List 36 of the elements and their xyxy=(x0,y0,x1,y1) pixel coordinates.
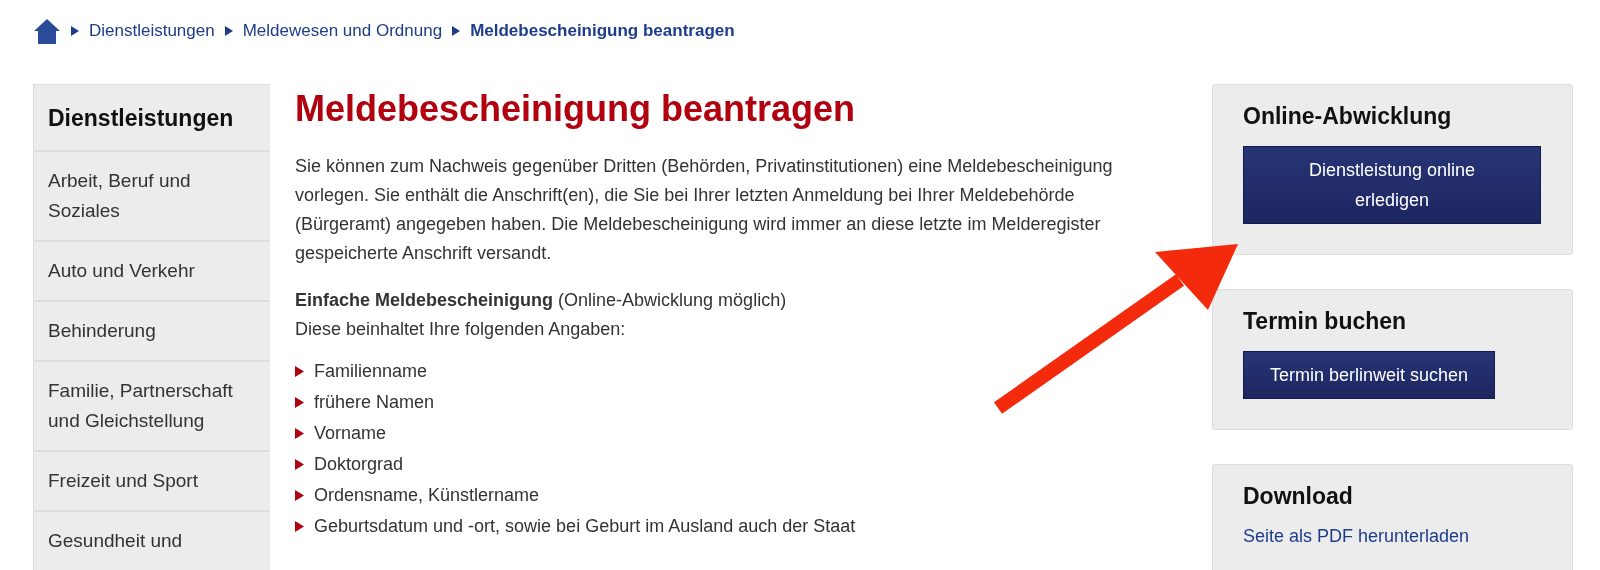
panel-title: Online-Abwicklung xyxy=(1243,103,1453,130)
bullet-icon xyxy=(295,397,304,408)
section-text: Diese beinhaltet Ihre folgenden Angaben: xyxy=(295,318,627,341)
breadcrumb-link[interactable]: Meldebescheinigung beantragen xyxy=(470,21,735,41)
panel-title: Termin buchen xyxy=(1243,308,1408,335)
caret-icon xyxy=(71,26,79,36)
sidebar-item[interactable]: Behinderung xyxy=(34,302,270,362)
caret-icon xyxy=(452,26,461,36)
bullet-icon xyxy=(295,428,304,439)
breadcrumb-link[interactable]: Dienstleistungen xyxy=(89,21,215,41)
list-item: Geburtsdatum und -ort, sowie bei Geburt im Ausland auch der Staat xyxy=(314,515,856,538)
list-item: Vorname xyxy=(314,422,387,445)
pdf-download-link[interactable]: Seite als PDF herunterladen xyxy=(1243,526,1470,546)
list-item: Ordensname, Künstlername xyxy=(314,484,540,507)
sidebar-item[interactable]: Freizeit und Sport xyxy=(34,452,270,512)
breadcrumb-link[interactable]: Meldewesen und Ordnung xyxy=(242,21,443,41)
list-item: Familienname xyxy=(314,360,428,383)
list-item: frühere Namen xyxy=(314,391,435,414)
bullet-icon xyxy=(295,521,304,532)
page-title: Meldebescheinigung beantragen xyxy=(295,88,857,130)
panel-title: Download xyxy=(1243,483,1354,510)
sidebar-title: Dienstleistungen xyxy=(34,85,270,152)
sidebar-item[interactable]: Auto und Verkehr xyxy=(34,242,270,302)
caret-icon xyxy=(224,26,233,36)
sidebar-item[interactable]: Arbeit, Beruf und Soziales xyxy=(34,152,270,242)
intro-paragraph: Sie können zum Nachweis gegenüber Dritten (Behörden, Privatinstitutionen) eine Meldebescheinigung vorlegen. Sie enthält die Anschrift(en), die Sie bei Ihrer letzten Anmeldung bei Ihrer Meldebehörde (Bürgeramt) angegeben haben. Die Meldebescheinigung wird immer an diese letzte im Melderegister gespeicherte Anschrift versandt. xyxy=(295,155,1114,265)
section-heading: Einfache Meldebescheinigung (Online-Abwicklung möglich) xyxy=(295,289,788,312)
bullet-icon xyxy=(295,366,304,377)
bullet-icon xyxy=(295,490,304,501)
bullet-icon xyxy=(295,459,304,470)
sidebar-item[interactable]: Familie, Partnerschaft und Gleichstellung xyxy=(34,362,270,452)
action-button[interactable]: Termin berlinweit suchen xyxy=(1243,351,1496,399)
list-item: Doktorgrad xyxy=(314,453,404,476)
sidebar-item[interactable]: Gesundheit und xyxy=(34,512,270,570)
action-button[interactable]: Dienstleistung online erledigen xyxy=(1243,146,1541,224)
home-icon[interactable] xyxy=(33,17,61,45)
